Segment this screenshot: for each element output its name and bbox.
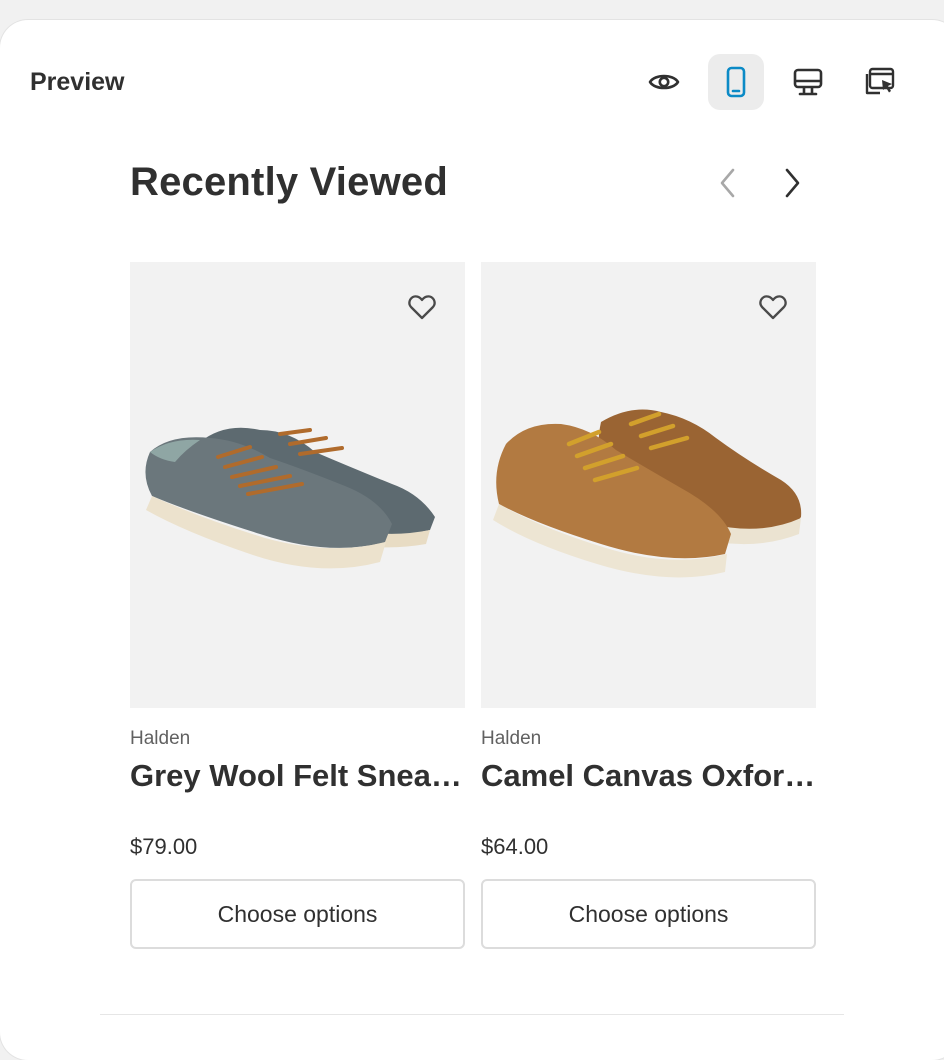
- panel-title: Preview: [30, 68, 125, 96]
- section-title: Recently Viewed: [130, 160, 448, 204]
- mobile-icon: [726, 66, 746, 98]
- desktop-icon: [793, 68, 823, 96]
- product-image[interactable]: [481, 262, 816, 708]
- choose-options-button[interactable]: Choose options: [481, 879, 816, 949]
- chevron-left-icon: [720, 168, 735, 198]
- camel-oxford-image: [493, 409, 802, 578]
- choose-options-button[interactable]: Choose options: [130, 879, 465, 949]
- preview-panel: Preview Recently Viewed Halden Grey Wool…: [0, 20, 944, 1060]
- product-title[interactable]: Camel Canvas Oxfords: [481, 756, 816, 796]
- heart-icon[interactable]: [758, 292, 788, 322]
- product-card[interactable]: Halden Camel Canvas Oxfords $64.00 Choos…: [481, 262, 816, 949]
- product-vendor: Halden: [481, 728, 542, 749]
- product-vendor: Halden: [130, 728, 191, 749]
- carousel-prev-button[interactable]: [708, 163, 748, 203]
- heart-icon[interactable]: [407, 292, 437, 322]
- inspector-button[interactable]: [852, 54, 908, 110]
- grey-sneaker-image: [145, 427, 435, 569]
- inspector-icon: [865, 67, 895, 95]
- preview-eye-button[interactable]: [636, 54, 692, 110]
- mobile-view-button[interactable]: [708, 54, 764, 110]
- product-title[interactable]: Grey Wool Felt Sneakers: [130, 756, 465, 796]
- eye-icon: [648, 74, 680, 90]
- preview-toolbar: [636, 54, 908, 110]
- desktop-view-button[interactable]: [780, 54, 836, 110]
- carousel-next-button[interactable]: [772, 163, 812, 203]
- product-image[interactable]: [130, 262, 465, 708]
- chevron-right-icon: [785, 168, 800, 198]
- product-price: $79.00: [130, 834, 198, 859]
- product-card[interactable]: Halden Grey Wool Felt Sneakers $79.00 Ch…: [130, 262, 465, 949]
- product-price: $64.00: [481, 834, 549, 859]
- divider: [100, 1014, 844, 1015]
